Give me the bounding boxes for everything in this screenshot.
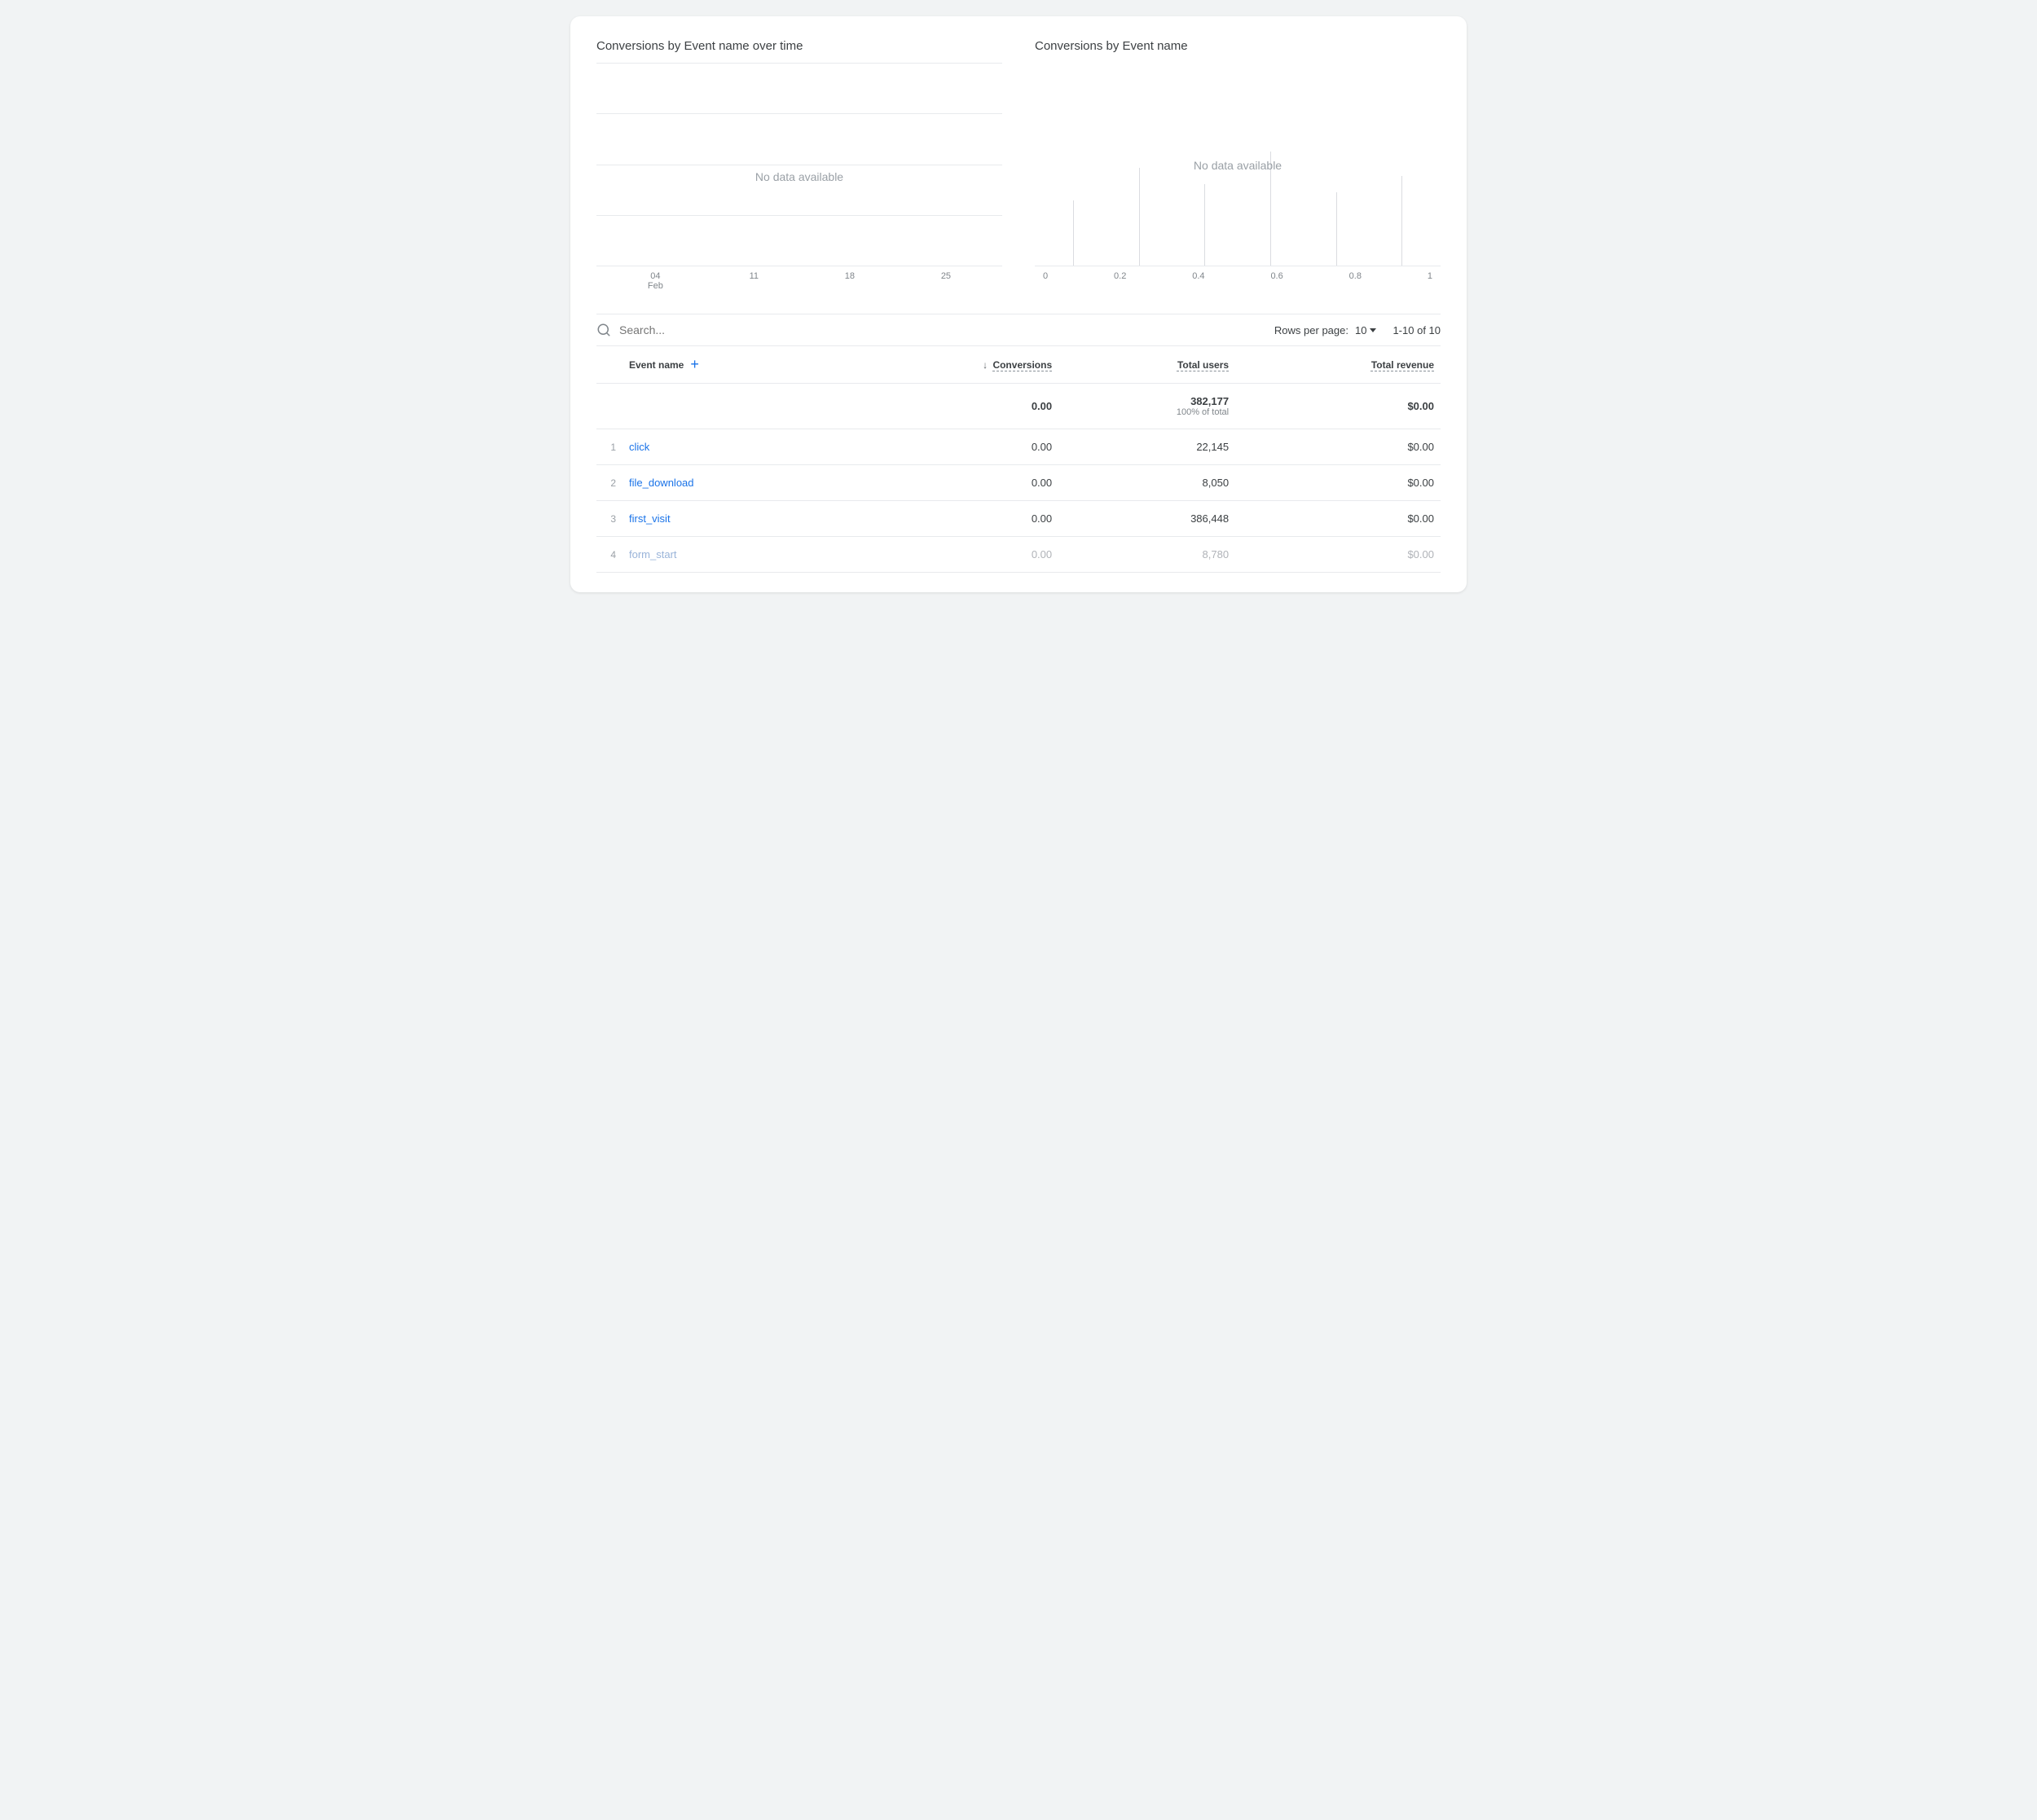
bar-x-label-06: 0.6 [1270,271,1282,281]
table-row: 1 click 0.00 22,145 $0.00 [596,429,1441,465]
bar-x-label-0: 0 [1043,271,1048,281]
search-input[interactable] [619,323,1274,336]
line-chart-gridlines [596,63,1002,266]
x-label-3: 18 [845,271,855,291]
row-4-total-revenue: $0.00 [1235,537,1441,573]
bar-5 [1306,63,1367,266]
bar-x-label-04: 0.4 [1192,271,1204,281]
row-2-event-link[interactable]: file_download [629,477,694,489]
main-card: Conversions by Event name over time No d… [570,16,1467,592]
x-label-4: 25 [941,271,951,291]
rows-per-page: Rows per page: 10 [1274,324,1377,336]
search-row: Rows per page: 10 1-10 of 10 [596,314,1441,346]
row-3-total-revenue: $0.00 [1235,501,1441,537]
table-row: 2 file_download 0.00 8,050 $0.00 [596,465,1441,501]
summary-row: 0.00 382,177 100% of total $0.00 [596,384,1441,429]
row-3-event-link[interactable]: first_visit [629,512,671,525]
row-4-event-name: form_start [629,537,836,573]
row-3-conversions: 0.00 [836,501,1058,537]
bar-x-label-02: 0.2 [1114,271,1126,281]
th-total-users: Total users [1058,346,1235,384]
bar-chart-panel: Conversions by Event name No data availa… [1035,39,1441,291]
pagination-info: 1-10 of 10 [1392,324,1441,336]
add-column-icon[interactable]: + [690,356,699,373]
bar-x-label-08: 0.8 [1349,271,1362,281]
bar-1 [1043,63,1104,266]
rows-per-page-value: 10 [1355,324,1366,336]
summary-conversions: 0.00 [836,384,1058,429]
bar-6 [1371,63,1432,266]
th-num [596,346,629,384]
row-2-event-name: file_download [629,465,836,501]
bar-x-label-1: 1 [1428,271,1432,281]
bar-chart-container: No data available 0 0.2 0.4 0.6 0.8 1 [1035,63,1441,291]
line-chart-xaxis: 04Feb 11 18 25 [596,271,1002,291]
row-1-total-revenue: $0.00 [1235,429,1441,465]
gridline-1 [596,63,1002,64]
x-label-1: 04Feb [648,271,663,291]
row-4-total-users: 8,780 [1058,537,1235,573]
gridline-2 [596,113,1002,114]
row-3-total-users: 386,448 [1058,501,1235,537]
row-4-conversions: 0.00 [836,537,1058,573]
row-1-total-users: 22,145 [1058,429,1235,465]
bar-chart-no-data: No data available [1194,159,1282,172]
line-chart-title: Conversions by Event name over time [596,39,1002,53]
chevron-down-icon [1370,328,1376,332]
summary-num [596,384,629,429]
sort-down-icon: ↓ [983,359,988,371]
row-2-total-revenue: $0.00 [1235,465,1441,501]
th-conversions: ↓ Conversions [836,346,1058,384]
gridline-4 [596,215,1002,216]
rows-per-page-label: Rows per page: [1274,324,1348,336]
row-1-event-name: click [629,429,836,465]
line-chart-container: No data available 04Feb 11 18 25 [596,63,1002,291]
row-1-num: 1 [596,429,629,465]
x-label-2: 11 [750,271,759,291]
row-1-event-link[interactable]: click [629,441,649,453]
summary-event-name [629,384,836,429]
bar-chart-xaxis: 0 0.2 0.4 0.6 0.8 1 [1035,266,1441,281]
row-2-conversions: 0.00 [836,465,1058,501]
row-4-num: 4 [596,537,629,573]
bar-chart-title: Conversions by Event name [1035,39,1441,53]
charts-row: Conversions by Event name over time No d… [596,39,1441,291]
search-icon [596,323,611,337]
row-4-event-link[interactable]: form_start [629,548,677,561]
row-1-conversions: 0.00 [836,429,1058,465]
summary-total-revenue: $0.00 [1235,384,1441,429]
line-chart-no-data: No data available [755,170,843,183]
row-2-num: 2 [596,465,629,501]
row-2-total-users: 8,050 [1058,465,1235,501]
row-3-event-name: first_visit [629,501,836,537]
table-header-row: Event name + ↓ Conversions Total users T… [596,346,1441,384]
bar-2 [1109,63,1170,266]
th-event-name: Event name + [629,346,836,384]
summary-total-users: 382,177 100% of total [1058,384,1235,429]
rows-per-page-dropdown[interactable]: 10 [1355,324,1376,336]
line-chart-panel: Conversions by Event name over time No d… [596,39,1002,291]
th-total-revenue: Total revenue [1235,346,1441,384]
row-3-num: 3 [596,501,629,537]
data-table: Event name + ↓ Conversions Total users T… [596,346,1441,573]
table-row: 3 first_visit 0.00 386,448 $0.00 [596,501,1441,537]
table-row: 4 form_start 0.00 8,780 $0.00 [596,537,1441,573]
